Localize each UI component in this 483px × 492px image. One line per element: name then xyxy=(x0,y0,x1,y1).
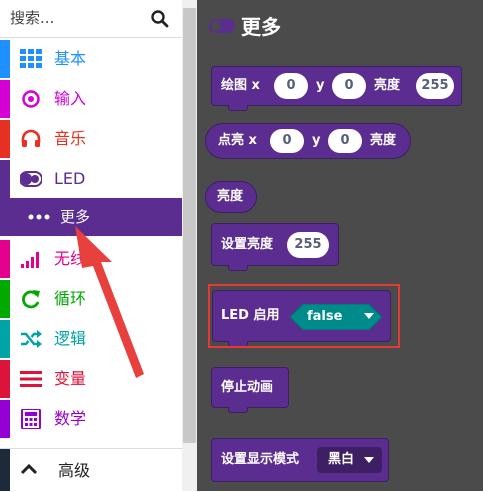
grid-icon xyxy=(20,49,42,68)
category-stripe xyxy=(0,160,10,198)
block-notch xyxy=(228,407,248,413)
category-stripe xyxy=(0,360,10,398)
category-radio[interactable]: 无线 xyxy=(0,240,182,278)
category-label: 无线 xyxy=(54,249,87,268)
chevron-up-icon xyxy=(20,463,38,475)
category-variables[interactable]: 变量 xyxy=(0,360,182,398)
category-led[interactable]: LED xyxy=(0,160,182,198)
point-block[interactable]: 点亮 x 0 y 0 亮度 xyxy=(205,123,411,159)
flyout-title: 更多 xyxy=(241,15,281,39)
category-label: 逻辑 xyxy=(54,329,87,348)
toolbox-scrollbar[interactable] xyxy=(182,0,197,491)
block-label: 停止动画 xyxy=(221,380,274,395)
search-input[interactable] xyxy=(10,7,140,29)
category-advanced[interactable]: 高级 xyxy=(0,448,182,491)
block-label: 亮度 xyxy=(217,189,244,204)
category-input[interactable]: 输入 xyxy=(0,80,182,118)
category-label: 循环 xyxy=(54,289,87,308)
category-label: LED xyxy=(54,169,86,188)
category-stripe xyxy=(0,280,10,318)
block-notch xyxy=(228,105,248,111)
brightness-reporter-block[interactable]: 亮度 xyxy=(205,181,257,213)
block-notch xyxy=(228,265,248,271)
lines-icon xyxy=(20,371,42,387)
category-stripe xyxy=(0,120,10,158)
plot-brightness-block[interactable]: 绘图 x 0 y 0 亮度 255 xyxy=(211,66,462,106)
search-bar xyxy=(0,0,182,38)
y-value-field[interactable]: 0 xyxy=(328,129,362,153)
block-label: 亮度 xyxy=(374,78,401,93)
block-label: 点亮 x xyxy=(218,133,257,148)
block-label: y xyxy=(312,133,321,148)
more-icon xyxy=(28,214,50,220)
signal-icon xyxy=(21,252,39,268)
dropdown-caret-icon xyxy=(364,457,374,463)
stop-animation-block[interactable]: 停止动画 xyxy=(211,367,289,408)
category-logic[interactable]: 逻辑 xyxy=(0,320,182,358)
category-stripe xyxy=(0,240,10,278)
category-stripe xyxy=(0,40,10,78)
set-brightness-block[interactable]: 设置亮度 255 xyxy=(211,223,339,266)
category-label: 音乐 xyxy=(54,129,87,148)
category-label: 高级 xyxy=(58,461,91,480)
toggle-icon xyxy=(209,19,235,33)
block-label: 设置显示模式 xyxy=(221,452,300,467)
block-label: 绘图 x xyxy=(221,78,260,93)
x-value-field[interactable]: 0 xyxy=(274,73,308,99)
brightness-value-field[interactable]: 255 xyxy=(287,232,329,258)
category-label: 输入 xyxy=(54,89,87,108)
category-label: 变量 xyxy=(54,369,87,388)
category-stripe xyxy=(0,449,10,491)
category-label: 基本 xyxy=(54,49,87,68)
headphones-icon xyxy=(21,129,41,147)
block-label: 亮度 xyxy=(370,133,397,148)
category-stripe xyxy=(0,400,10,438)
category-music[interactable]: 音乐 xyxy=(0,120,182,158)
category-stripe xyxy=(0,320,10,358)
category-math[interactable]: 数学 xyxy=(0,400,182,438)
block-label: 设置亮度 xyxy=(221,237,274,252)
toggle-icon xyxy=(20,171,42,187)
category-basic[interactable]: 基本 xyxy=(0,40,182,78)
x-value-field[interactable]: 0 xyxy=(270,129,304,153)
scrollbar-thumb[interactable] xyxy=(183,8,196,443)
target-icon xyxy=(22,90,40,108)
category-label: 数学 xyxy=(54,409,87,428)
brightness-value-field[interactable]: 255 xyxy=(416,73,454,99)
category-loops[interactable]: 循环 xyxy=(0,280,182,318)
search-icon[interactable] xyxy=(150,9,170,29)
category-label: 更多 xyxy=(60,208,91,226)
shuffle-icon xyxy=(21,330,42,348)
category-stripe xyxy=(0,80,10,118)
loop-icon xyxy=(22,290,40,309)
calculator-icon xyxy=(21,409,41,429)
toolbox: 基本 输入 音乐 LED 更多 xyxy=(0,0,182,491)
category-more[interactable]: 更多 xyxy=(0,198,182,236)
block-label: y xyxy=(316,78,325,93)
highlight-box xyxy=(208,284,400,348)
y-value-field[interactable]: 0 xyxy=(332,73,366,99)
display-mode-value: 黑白 xyxy=(328,452,355,467)
